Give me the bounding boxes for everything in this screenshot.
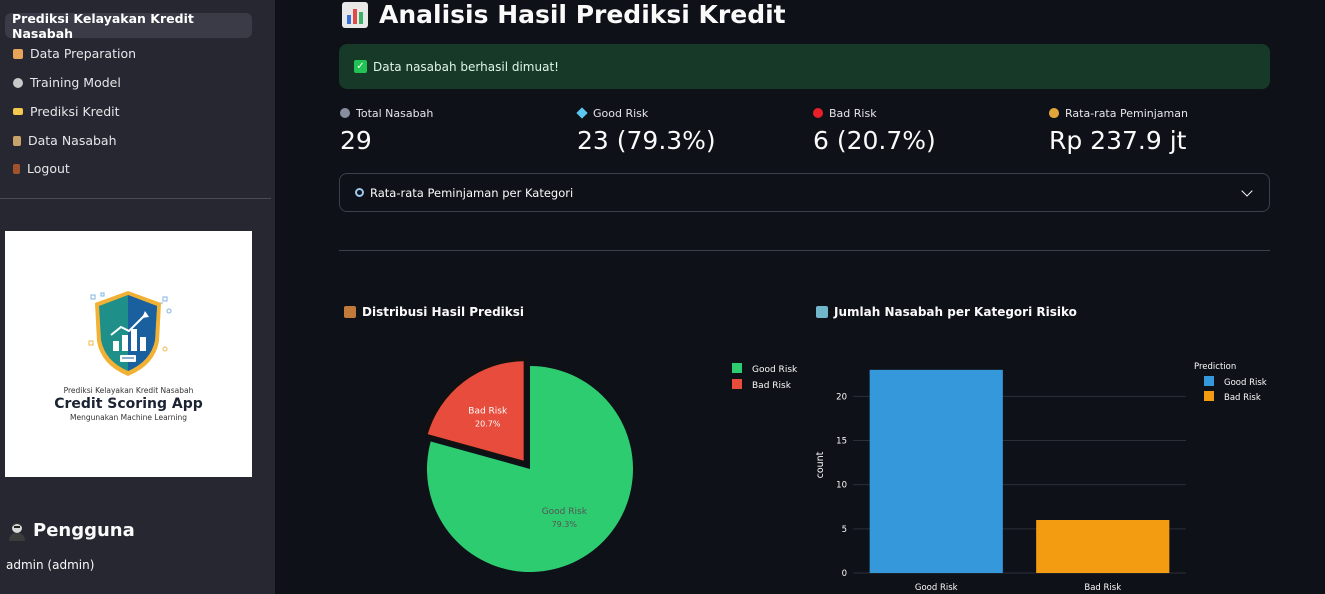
sidebar-item-data-preparation[interactable]: Data Preparation [5,41,252,66]
check-icon: ✓ [354,60,367,73]
sidebar-item-label: Prediksi Kelayakan Kredit Nasabah [12,10,194,41]
pie-value-good: 79.3% [552,520,578,529]
legend-label: Bad Risk [1224,393,1261,403]
divider [339,250,1270,251]
metric-label: Bad Risk [829,106,877,120]
expander-rata-rata-peminjaman[interactable]: Rata-rata Peminjaman per Kategori [339,173,1270,212]
sidebar-item-prediksi-kredit[interactable]: Prediksi Kredit [5,99,252,124]
user-icon [9,522,25,541]
bank-icon [816,306,828,318]
legend-swatch [1204,391,1214,401]
legend-swatch [732,379,742,389]
metric-value: 29 [340,126,372,155]
sidebar-item-label: Data Nasabah [28,133,117,148]
metric-value: 23 (79.3%) [577,126,716,155]
metric-label: Good Risk [593,106,649,120]
metric-bad-risk: Bad Risk 6 (20.7%) [813,105,936,155]
sidebar-item-label: Training Model [30,75,121,90]
legend-swatch [1204,376,1214,386]
money-bag-icon [1049,108,1059,118]
sidebar-item-data-nasabah[interactable]: Data Nasabah [5,128,252,153]
metric-label: Total Nasabah [356,106,434,120]
clipboard-icon [13,135,21,146]
y-axis-label: count [815,451,826,478]
pie-chart: Good Risk 79.3% Bad Risk 20.7% Good Risk Bad … [424,358,798,572]
metric-good-risk: Good Risk 23 (79.3%) [576,105,716,155]
expander-label: Rata-rata Peminjaman per Kategori [370,185,574,200]
sidebar-divider [0,198,271,199]
user-heading-label: Pengguna [33,520,135,541]
bar-chart: 0 5 10 15 20 count Good Risk Bad Risk Prediction… [815,362,1267,593]
alert-text: Data nasabah berhasil dimuat! [373,59,559,74]
logo-tagline: Mengunakan Machine Learning [70,413,187,422]
bar-chart-icon [342,1,368,28]
x-tick-label: Good Risk [915,583,958,593]
metric-label: Rata-rata Peminjaman [1065,106,1188,120]
pie-chart-title: Distribusi Hasil Prediksi [344,305,524,319]
red-circle-icon [813,108,823,118]
bar-chart-title: Jumlah Nasabah per Kategori Risiko [816,305,1077,319]
sidebar-item-prediksi-kelayakan[interactable]: Prediksi Kelayakan Kredit Nasabah [5,10,252,41]
chevron-down-icon[interactable] [1241,185,1253,197]
legend-label: Good Risk [1224,378,1267,388]
pie-label-bad: Bad Risk [468,406,508,416]
legend-label: Bad Risk [752,381,792,391]
bar-title-text: Jumlah Nasabah per Kategori Risiko [834,305,1077,319]
sidebar: Prediksi Kelayakan Kredit Nasabah Data P… [0,0,275,594]
door-icon [13,163,20,174]
sidebar-item-training-model[interactable]: Training Model [5,70,252,95]
page-title: Analisis Hasil Prediksi Kredit [341,0,786,29]
y-tick-label: 5 [842,525,847,535]
sidebar-item-label: Prediksi Kredit [30,104,120,119]
pie-title-text: Distribusi Hasil Prediksi [362,305,525,319]
pie-value-bad: 20.7% [475,419,501,428]
y-tick-label: 20 [836,392,847,402]
app-logo: Prediksi Kelayakan Kredit Nasabah Credit… [5,231,252,477]
legend-title: Prediction [1194,362,1236,372]
legend-label: Good Risk [752,365,798,375]
success-alert: ✓ Data nasabah berhasil dimuat! [339,44,1270,89]
abacus-icon [344,306,356,318]
y-tick-label: 0 [842,569,847,579]
credit-card-icon [13,108,23,115]
page-title-text: Analisis Hasil Prediksi Kredit [379,0,786,29]
logo-title: Credit Scoring App [54,396,203,412]
house-icon [13,48,23,59]
gear-icon [13,77,23,88]
bar-bad-risk [1036,520,1170,573]
legend-swatch [732,363,742,373]
metric-total-nasabah: Total Nasabah 29 [340,105,433,155]
metric-value: Rp 237.9 jt [1049,126,1187,155]
y-tick-label: 15 [836,437,847,447]
user-name: admin (admin) [6,558,95,572]
pie-label-good: Good Risk [542,507,588,517]
sidebar-item-label: Data Preparation [30,46,137,61]
logo-subtitle: Prediksi Kelayakan Kredit Nasabah [63,386,194,395]
x-tick-label: Bad Risk [1084,583,1121,593]
user-heading: Pengguna [7,520,135,541]
magnifier-icon [355,188,364,197]
diamond-icon [576,107,588,119]
y-tick-label: 10 [836,481,847,491]
bar-good-risk [869,369,1003,573]
people-icon [340,108,350,118]
metric-rata-rata: Rata-rata Peminjaman Rp 237.9 jt [1049,105,1188,155]
sidebar-item-label: Logout [27,161,70,176]
sidebar-item-logout[interactable]: Logout [5,156,252,181]
metric-value: 6 (20.7%) [813,126,936,155]
shield-logo-icon [88,291,172,376]
